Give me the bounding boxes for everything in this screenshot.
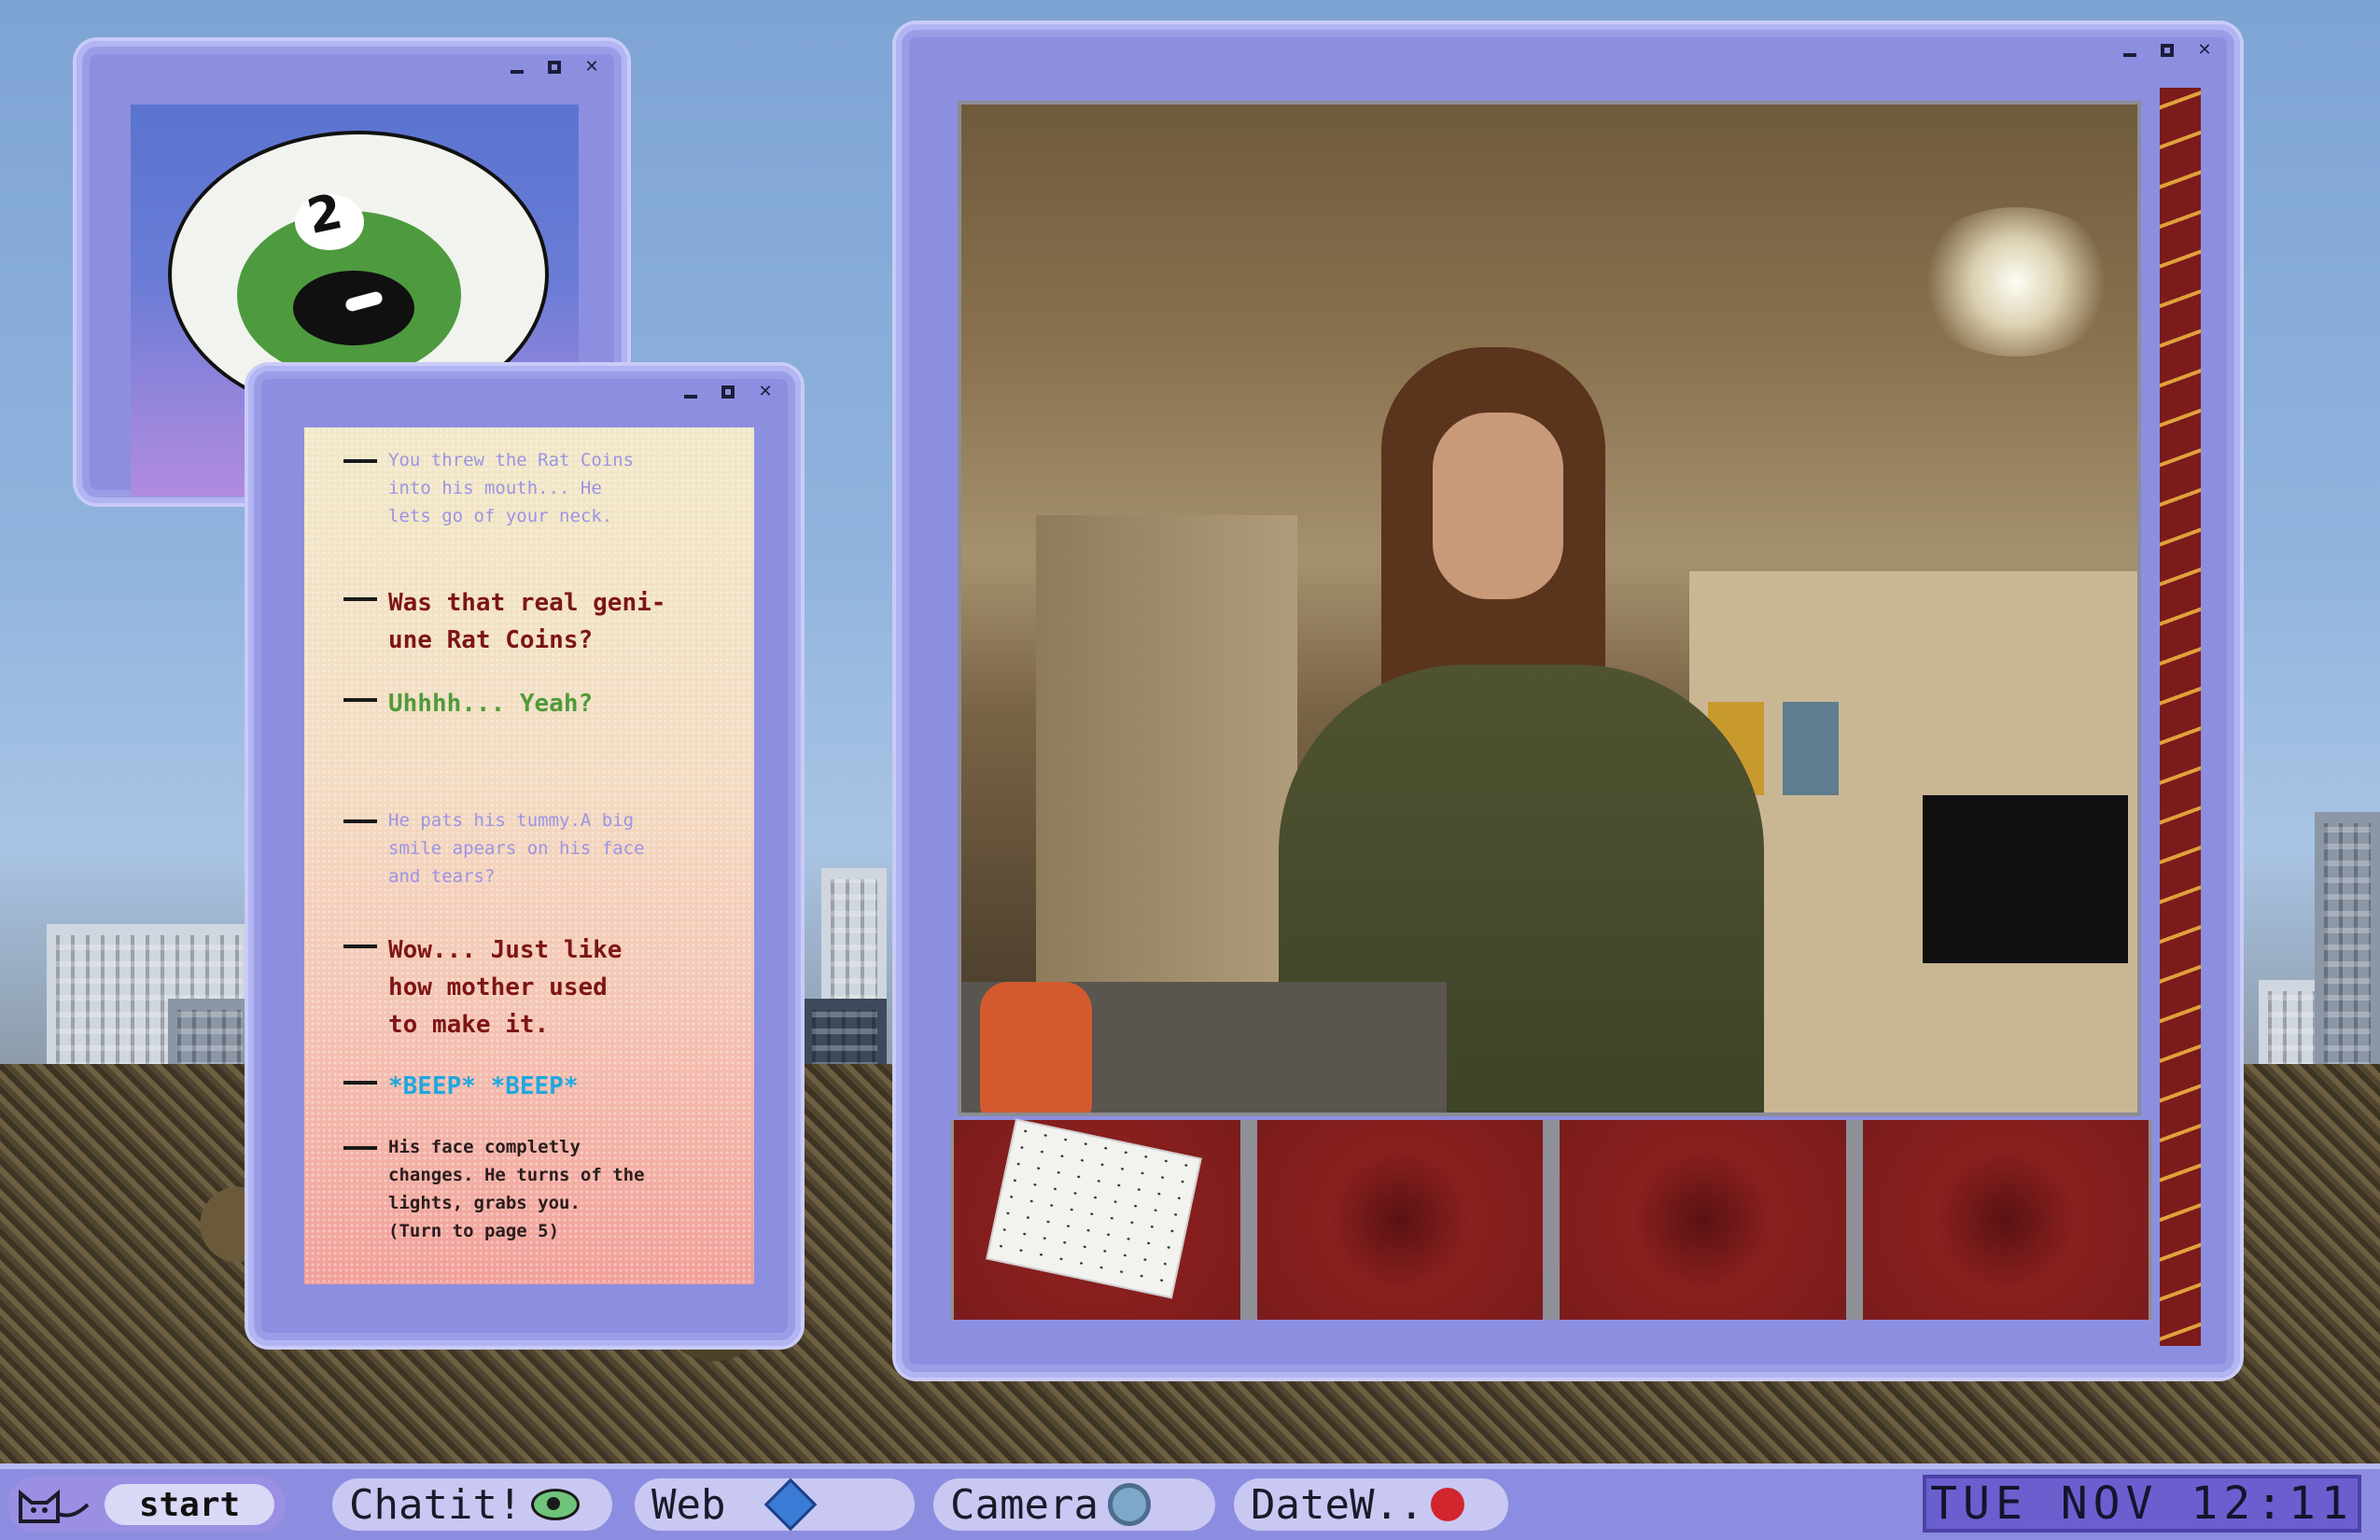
chat-message: Was that real geni- une Rat Coins? <box>343 584 735 659</box>
window-controls <box>508 58 601 77</box>
person-face <box>1433 413 1563 599</box>
inventory-slot[interactable] <box>1862 1120 2149 1320</box>
chat-message: He pats his tummy.A big smile apears on … <box>343 806 735 890</box>
taskbar-item-datew[interactable]: DateW.. <box>1234 1478 1508 1531</box>
clock: TUE NOV 12:11 <box>1923 1475 2361 1533</box>
jar <box>980 982 1092 1113</box>
inventory-slot[interactable] <box>1256 1120 1543 1320</box>
minimize-icon[interactable] <box>681 383 700 401</box>
taskbar: start Chatit! Web Camera DateW.. TUE NOV… <box>0 1463 2380 1540</box>
minimize-icon[interactable] <box>508 58 526 77</box>
ring-icon <box>1107 1483 1151 1526</box>
player-choice-text[interactable]: Uhhhh... Yeah? <box>388 685 593 722</box>
close-icon[interactable] <box>756 383 775 401</box>
close-icon[interactable] <box>2195 41 2214 60</box>
camera-window[interactable] <box>896 24 2240 1378</box>
chat-log: You threw the Rat Coins into his mouth..… <box>304 427 754 1284</box>
chat-message[interactable]: Uhhhh... Yeah? <box>343 685 735 722</box>
camera-feed <box>958 101 2141 1116</box>
inventory-slot[interactable] <box>954 1118 1240 1320</box>
poster <box>1783 702 1839 795</box>
taskbar-item-label: Web <box>651 1480 726 1529</box>
television <box>1923 795 2128 963</box>
diamond-icon <box>764 1477 818 1532</box>
taskbar-item-web[interactable]: Web <box>635 1477 915 1532</box>
dialogue-text: Wow... Just like how mother used to make… <box>388 936 623 1039</box>
chat-message: You threw the Rat Coins into his mouth..… <box>343 446 735 530</box>
dash-icon <box>343 1146 377 1150</box>
chat-window[interactable]: You threw the Rat Coins into his mouth..… <box>248 366 801 1346</box>
chat-message: His face completly changes. He turns of … <box>343 1133 735 1245</box>
sound-effect-text: *BEEP* *BEEP* <box>388 1072 579 1100</box>
maximize-icon[interactable] <box>719 383 737 401</box>
dash-icon <box>343 819 377 823</box>
dialogue-text: Was that real geni- une Rat Coins? <box>388 589 666 654</box>
window-controls <box>681 383 775 401</box>
dash-icon <box>343 698 377 702</box>
inventory-slots <box>950 1118 2152 1320</box>
taskbar-item-camera[interactable]: Camera <box>933 1478 1215 1531</box>
cat-icon <box>19 1489 90 1523</box>
decorative-strip <box>2160 88 2201 1346</box>
ceiling-light <box>1913 207 2119 357</box>
dash-icon <box>343 945 377 948</box>
narration-text: He pats his tummy.A big smile apears on … <box>388 810 645 887</box>
narration-text: His face completly changes. He turns of … <box>388 1137 645 1241</box>
note-item-icon[interactable] <box>986 1118 1202 1299</box>
chat-message: *BEEP* *BEEP* <box>343 1068 735 1105</box>
heart-icon <box>1431 1488 1465 1521</box>
taskbar-item-label: Camera <box>950 1480 1099 1529</box>
inventory-slot[interactable] <box>1560 1120 1846 1320</box>
maximize-icon[interactable] <box>545 58 564 77</box>
window-controls <box>2121 41 2214 60</box>
dash-icon <box>343 459 377 463</box>
dash-icon <box>343 597 377 601</box>
narration-text: You threw the Rat Coins into his mouth..… <box>388 450 635 526</box>
start-button[interactable]: start <box>105 1484 274 1525</box>
chat-message: Wow... Just like how mother used to make… <box>343 931 735 1043</box>
taskbar-item-label: Chatit! <box>349 1480 523 1529</box>
close-icon[interactable] <box>582 58 601 77</box>
maximize-icon[interactable] <box>2158 41 2177 60</box>
eye-icon <box>531 1489 581 1520</box>
taskbar-item-chatit[interactable]: Chatit! <box>332 1478 612 1531</box>
minimize-icon[interactable] <box>2121 41 2139 60</box>
dash-icon <box>343 1081 377 1085</box>
taskbar-item-label: DateW.. <box>1251 1480 1424 1529</box>
start-area: start <box>7 1477 286 1533</box>
